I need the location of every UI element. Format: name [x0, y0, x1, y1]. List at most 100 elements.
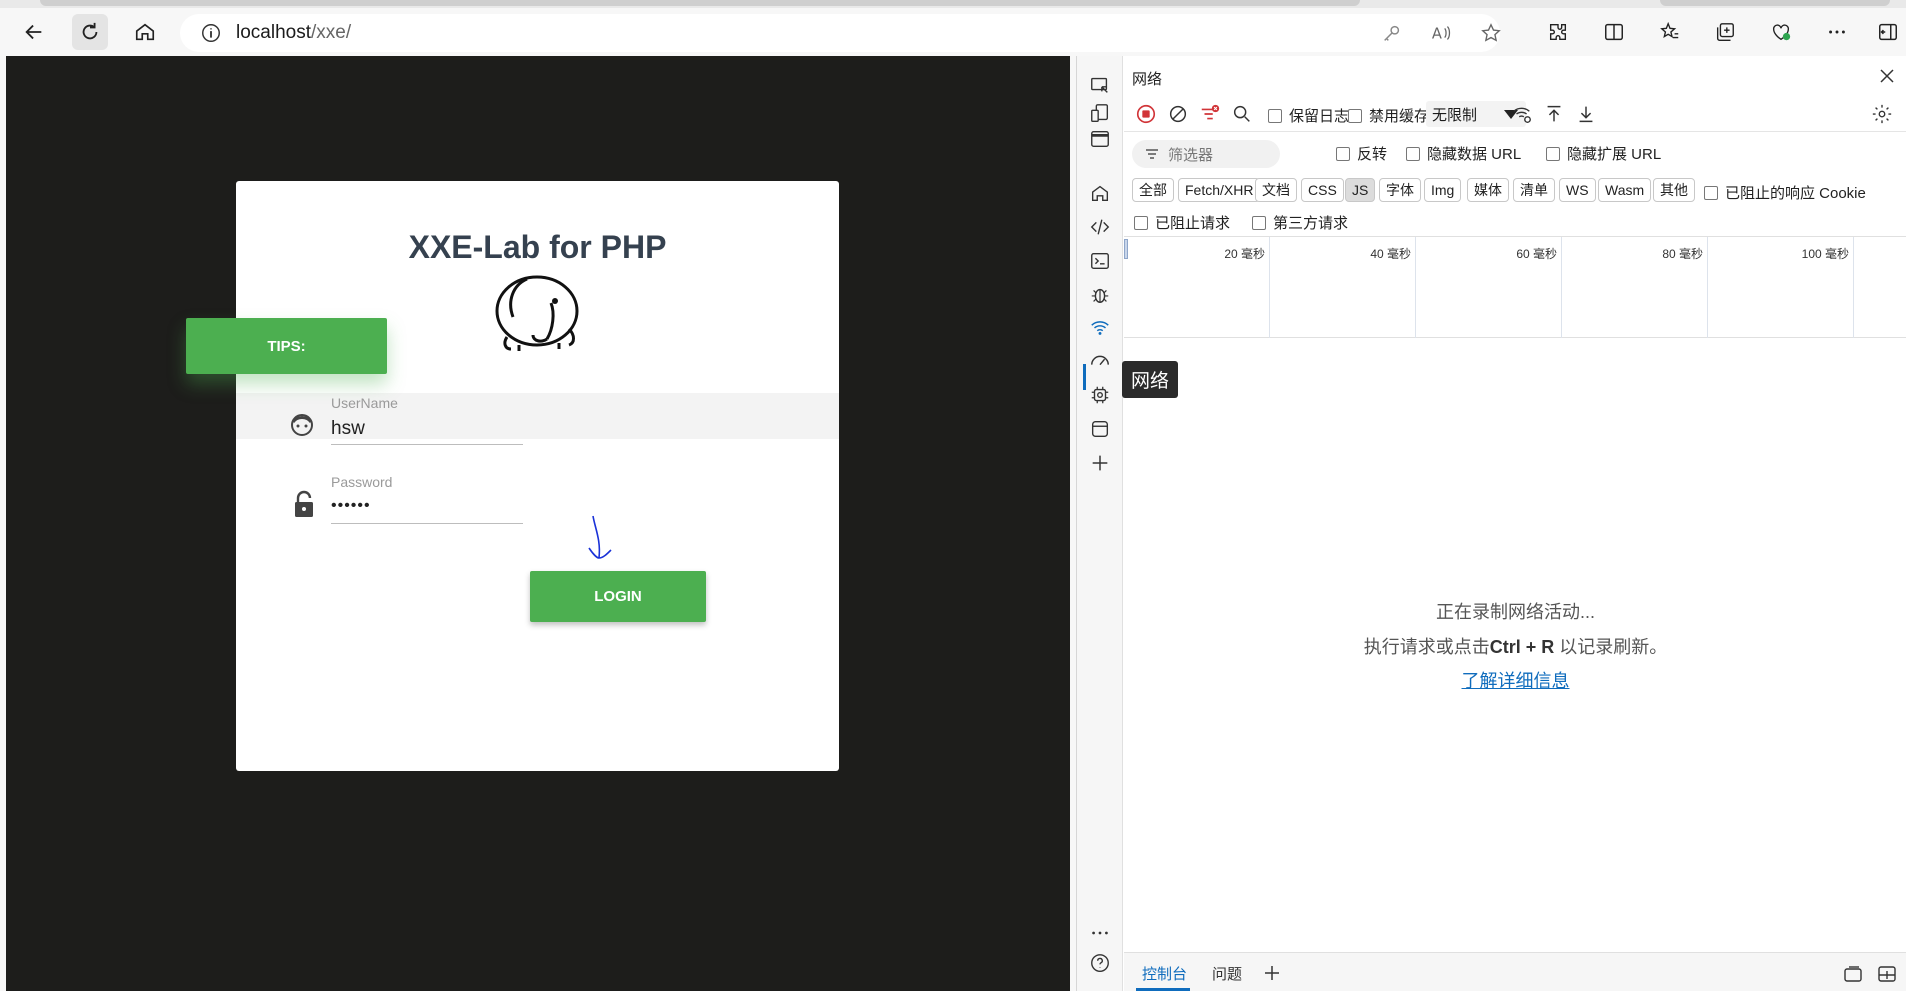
- type-filter-row: 全部 Fetch/XHR 文档 CSS JS 字体 Img 媒体 清单 WS W…: [1124, 176, 1906, 206]
- type-filter-other[interactable]: 其他: [1653, 178, 1695, 202]
- console-icon[interactable]: [1087, 248, 1113, 274]
- type-filter-media[interactable]: 媒体: [1467, 178, 1509, 202]
- network-conditions-icon[interactable]: [1510, 102, 1534, 126]
- hand-drawn-arrow: [588, 515, 612, 559]
- home-button[interactable]: [127, 14, 163, 50]
- password-input[interactable]: ••••••: [331, 497, 371, 515]
- checkbox-box[interactable]: [1252, 215, 1266, 230]
- hint-prefix: 执行请求或点击: [1363, 637, 1490, 657]
- performance-icon[interactable]: [1087, 348, 1113, 374]
- hide-data-urls-checkbox[interactable]: 隐藏数据 URL: [1406, 143, 1521, 164]
- more-tools-plus-icon[interactable]: [1087, 450, 1113, 476]
- settings-gear-icon[interactable]: [1870, 102, 1894, 126]
- learn-more-link[interactable]: 了解详细信息: [1124, 667, 1906, 693]
- checkbox-box[interactable]: [1546, 146, 1560, 161]
- copyright-text: Copyright By c0ny1: [362, 676, 520, 696]
- export-har-icon[interactable]: [1574, 102, 1598, 126]
- browser-toolbar: localhost/xxe/ A: [0, 8, 1906, 56]
- site-info-icon[interactable]: [200, 22, 222, 44]
- search-icon[interactable]: [1230, 102, 1254, 126]
- dock-drawer-icon[interactable]: [1876, 963, 1898, 985]
- collections-button[interactable]: [1707, 14, 1743, 50]
- type-filter-css[interactable]: CSS: [1301, 178, 1344, 202]
- type-filter-doc[interactable]: 文档: [1255, 178, 1297, 202]
- hide-extension-urls-checkbox[interactable]: 隐藏扩展 URL: [1546, 143, 1661, 164]
- filter-input[interactable]: 筛选器: [1132, 140, 1280, 168]
- refresh-button[interactable]: [72, 14, 108, 50]
- invert-checkbox[interactable]: 反转: [1336, 143, 1387, 164]
- blocked-response-cookies-checkbox[interactable]: 已阻止的响应 Cookie: [1704, 182, 1866, 203]
- type-filter-fetch-xhr[interactable]: Fetch/XHR: [1178, 178, 1261, 202]
- more-button[interactable]: [1819, 14, 1855, 50]
- hide-data-urls-label: 隐藏数据 URL: [1427, 146, 1522, 163]
- help-icon[interactable]: [1087, 950, 1113, 976]
- back-button[interactable]: [16, 14, 52, 50]
- elements-icon[interactable]: [1087, 214, 1113, 240]
- login-button[interactable]: LOGIN: [530, 571, 706, 622]
- preserve-log-label: 保留日志: [1289, 108, 1350, 125]
- clear-icon[interactable]: [1166, 102, 1190, 126]
- device-emulation-icon[interactable]: [1087, 100, 1113, 126]
- username-input[interactable]: hsw: [331, 418, 365, 440]
- checkbox-box[interactable]: [1406, 146, 1420, 161]
- memory-chip-icon[interactable]: [1087, 382, 1113, 408]
- third-party-requests-checkbox[interactable]: 第三方请求: [1252, 212, 1348, 233]
- preserve-log-checkbox[interactable]: 保留日志: [1268, 105, 1349, 126]
- close-icon[interactable]: [1877, 66, 1897, 86]
- puzzle-icon: [1549, 23, 1567, 41]
- more-tools-ellipsis-icon[interactable]: [1087, 920, 1113, 946]
- network-icon[interactable]: [1087, 314, 1113, 340]
- type-filter-font[interactable]: 字体: [1379, 178, 1421, 202]
- network-overview-timeline[interactable]: 20 毫秒 40 毫秒 60 毫秒 80 毫秒 100 毫秒: [1124, 236, 1906, 338]
- type-filter-wasm[interactable]: Wasm: [1598, 178, 1652, 202]
- read-aloud-icon[interactable]: A: [1430, 22, 1452, 49]
- application-icon[interactable]: [1087, 416, 1113, 442]
- checkbox-box[interactable]: [1704, 185, 1718, 200]
- type-filter-img[interactable]: Img: [1424, 178, 1462, 202]
- password-key-icon[interactable]: [1381, 22, 1403, 49]
- type-filter-ws[interactable]: WS: [1559, 178, 1596, 202]
- filter-placeholder: 筛选器: [1168, 146, 1214, 164]
- password-label: Password: [331, 474, 393, 490]
- tips-button[interactable]: TIPS:: [186, 318, 387, 374]
- tips-band: [236, 393, 839, 439]
- record-stop-icon[interactable]: [1134, 102, 1158, 126]
- tab[interactable]: [40, 0, 1360, 6]
- import-har-icon[interactable]: [1542, 102, 1566, 126]
- extensions-button[interactable]: [1540, 14, 1576, 50]
- tab-console[interactable]: 控制台: [1142, 963, 1187, 984]
- hint-suffix: 以记录刷新。: [1554, 637, 1668, 657]
- recording-status: 正在录制网络活动...: [1435, 602, 1595, 622]
- timeline-column: 20 毫秒: [1124, 237, 1270, 338]
- filter-toggle-icon[interactable]: [1198, 102, 1222, 126]
- lock-icon: [295, 490, 313, 517]
- type-filter-js[interactable]: JS: [1345, 178, 1376, 202]
- timeline-tick: 80 毫秒: [1662, 247, 1703, 261]
- checkbox-box[interactable]: [1348, 108, 1362, 123]
- type-filter-manifest[interactable]: 清单: [1513, 178, 1555, 202]
- dock-toggle-icon[interactable]: [1087, 126, 1113, 152]
- welcome-home-icon[interactable]: [1087, 180, 1113, 206]
- tab-strip: [0, 0, 1906, 8]
- address-bar[interactable]: localhost/xxe/: [180, 14, 1500, 52]
- favorites-button[interactable]: [1652, 14, 1688, 50]
- favorite-star-icon[interactable]: [1480, 22, 1502, 49]
- timeline-tick: 100 毫秒: [1801, 247, 1849, 261]
- tab[interactable]: [1660, 0, 1890, 6]
- network-tooltip: 网络: [1122, 361, 1179, 398]
- sources-bug-icon[interactable]: [1087, 282, 1113, 308]
- sidebar-toggle-button[interactable]: [1870, 14, 1906, 50]
- timeline-tick: 40 毫秒: [1370, 247, 1411, 261]
- checkbox-box[interactable]: [1336, 146, 1350, 161]
- add-tab-icon[interactable]: [1262, 963, 1282, 983]
- disable-cache-checkbox[interactable]: 禁用缓存: [1348, 105, 1429, 126]
- checkbox-box[interactable]: [1268, 108, 1282, 123]
- quick-view-icon[interactable]: [1842, 963, 1864, 985]
- blocked-requests-checkbox[interactable]: 已阻止请求: [1134, 212, 1230, 233]
- tab-issues[interactable]: 问题: [1212, 963, 1242, 984]
- split-screen-button[interactable]: [1596, 14, 1632, 50]
- inspect-element-icon[interactable]: [1087, 72, 1113, 98]
- type-filter-all[interactable]: 全部: [1132, 178, 1174, 202]
- checkbox-box[interactable]: [1134, 215, 1148, 230]
- browser-essentials-button[interactable]: [1763, 14, 1799, 50]
